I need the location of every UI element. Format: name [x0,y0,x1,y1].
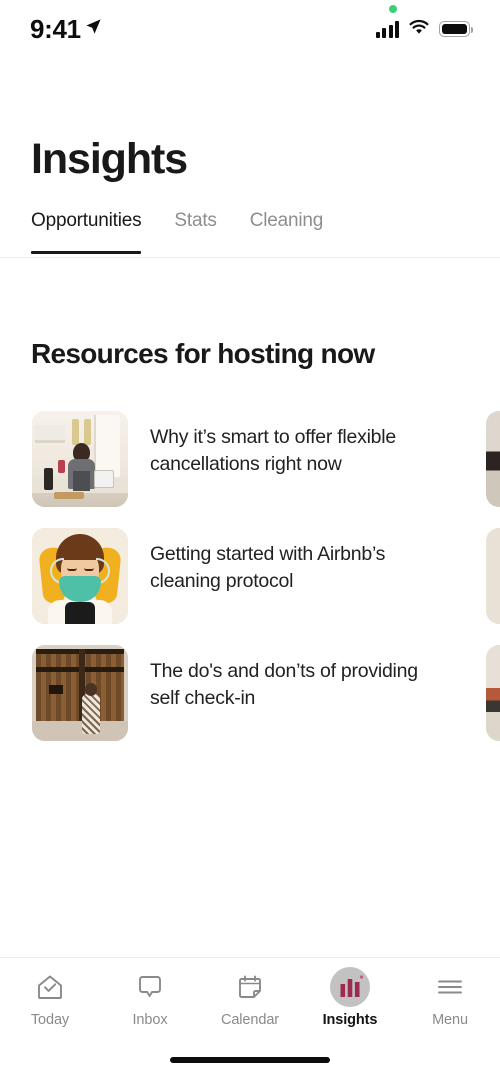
card-thumbnail-next-peek[interactable] [486,645,500,741]
list-item[interactable]: Getting started with Airbnb’s cleaning p… [0,522,500,639]
tab-bar: Opportunities Stats Cleaning [0,210,500,258]
bottom-nav: Today Inbox Calendar Insights Menu [0,958,500,1042]
card-title: Getting started with Airbnb’s cleaning p… [150,543,386,592]
wifi-icon [408,19,430,40]
home-check-icon [33,970,67,1004]
nav-label: Insights [322,1012,378,1028]
card-thumbnail [32,645,128,741]
card-thumbnail [32,528,128,624]
section-title: Resources for hosting now [31,338,375,369]
app-screen: 9:41 Insights Opportunities Stats Cleani… [0,0,500,1080]
nav-item-menu[interactable]: Menu [400,970,500,1028]
green-recording-dot [388,4,397,13]
location-arrow-icon [85,18,102,40]
resources-card-list: Why it’s smart to offer flexible cancell… [0,405,500,756]
status-bar-left: 9:41 [30,14,102,45]
calendar-icon [233,970,267,1004]
nav-label: Calendar [220,1012,280,1028]
card-title: Why it’s smart to offer flexible cancell… [150,426,396,475]
nav-item-insights[interactable]: Insights [300,967,400,1028]
status-bar-right [375,4,474,40]
status-bar: 9:41 [0,0,500,58]
list-item[interactable]: Why it’s smart to offer flexible cancell… [0,405,500,522]
tab-opportunities[interactable]: Opportunities [31,210,142,254]
page-title: Insights [31,135,188,183]
tab-cleaning[interactable]: Cleaning [250,210,324,254]
card-thumbnail-next-peek[interactable] [486,528,500,624]
battery-full-icon [439,21,474,37]
hamburger-menu-icon [433,970,467,1004]
nav-item-today[interactable]: Today [0,970,100,1028]
card-title: The do's and don’ts of providing self ch… [150,660,418,709]
nav-item-inbox[interactable]: Inbox [100,970,200,1028]
nav-item-calendar[interactable]: Calendar [200,970,300,1028]
list-item[interactable]: The do's and don’ts of providing self ch… [0,639,500,756]
status-time: 9:41 [30,13,81,44]
nav-label: Inbox [132,1012,168,1028]
card-thumbnail-next-peek[interactable] [486,411,500,507]
tab-stats[interactable]: Stats [174,210,217,254]
card-thumbnail [32,411,128,507]
cellular-signal-icon [375,20,399,38]
home-indicator[interactable] [170,1057,330,1063]
speech-bubble-icon [133,970,167,1004]
nav-label: Today [30,1012,70,1028]
bar-chart-icon [330,967,370,1007]
nav-label: Menu [432,1012,468,1028]
tab-bar-divider [0,257,500,258]
